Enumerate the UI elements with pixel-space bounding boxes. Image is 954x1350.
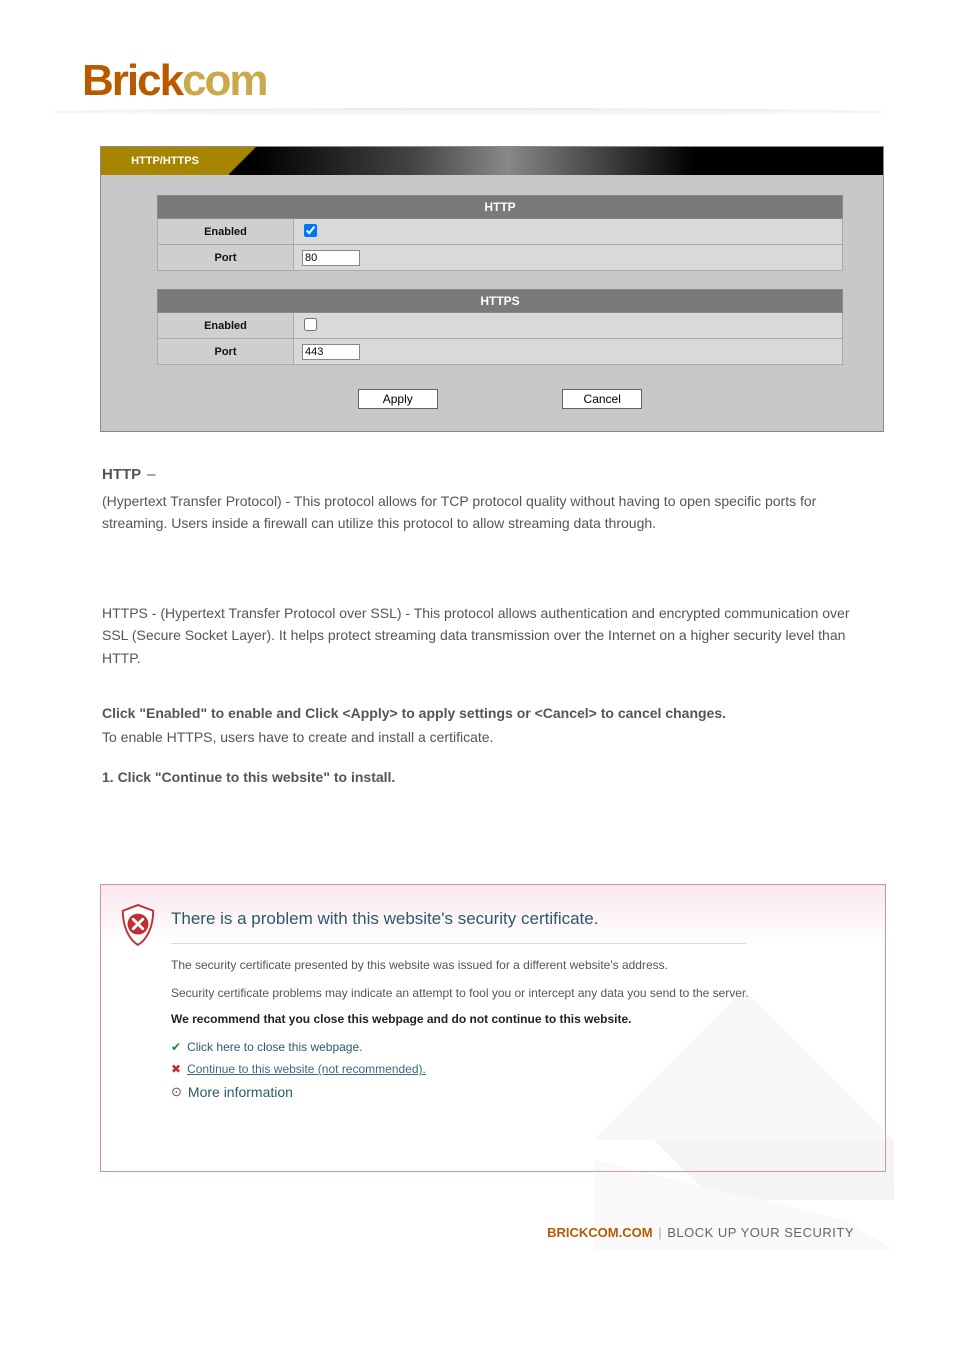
warning-text-2: Security certificate problems may indica… bbox=[171, 984, 801, 1002]
x-shield-icon: ✖ bbox=[171, 1062, 181, 1076]
certificate-warning-screenshot: There is a problem with this website's s… bbox=[100, 884, 886, 1172]
tab-gradient bbox=[256, 147, 883, 175]
button-row: Apply Cancel bbox=[157, 383, 843, 409]
close-link-text: Click here to close this webpage. bbox=[187, 1040, 362, 1054]
http-https-panel: HTTP/HTTPS HTTP Enabled Port HTTPS Enabl… bbox=[100, 146, 884, 432]
http-title-text: HTTP bbox=[102, 466, 141, 483]
footer: BRICKCOM.COM | BLOCK UP YOUR SECURITY bbox=[547, 1225, 854, 1240]
shield-x-icon bbox=[119, 903, 157, 947]
paragraph-http-desc: (Hypertext Transfer Protocol) - This pro… bbox=[102, 490, 874, 535]
brand-logo: Brickcom bbox=[82, 56, 267, 106]
cancel-button[interactable]: Cancel bbox=[562, 389, 642, 409]
http-enabled-label: Enabled bbox=[158, 219, 294, 245]
warning-recommend: We recommend that you close this webpage… bbox=[171, 1012, 855, 1026]
check-shield-icon: ✔ bbox=[171, 1040, 181, 1054]
more-information-toggle[interactable]: ⊙ More information bbox=[171, 1084, 855, 1100]
paragraph-https-desc: HTTPS - (Hypertext Transfer Protocol ove… bbox=[102, 602, 874, 669]
footer-separator: | bbox=[658, 1225, 661, 1240]
close-webpage-link[interactable]: ✔ Click here to close this webpage. bbox=[171, 1040, 855, 1054]
tab-divider bbox=[228, 147, 256, 175]
https-port-input[interactable] bbox=[302, 344, 360, 360]
paragraph-step1: 1. Click "Continue to this website" to i… bbox=[102, 766, 874, 788]
https-enabled-checkbox[interactable] bbox=[304, 318, 317, 331]
http-port-label: Port bbox=[158, 245, 294, 271]
https-table: HTTPS Enabled Port bbox=[157, 289, 843, 365]
logo-underline bbox=[52, 108, 884, 116]
chevron-down-icon: ⊙ bbox=[171, 1084, 182, 1100]
http-section-title: HTTP– bbox=[102, 466, 162, 483]
logo-part1: Brick bbox=[82, 56, 182, 105]
paragraph-cert-instruction: To enable HTTPS, users have to create an… bbox=[102, 726, 874, 748]
paragraph-enable-instruction: Click "Enabled" to enable and Click <App… bbox=[102, 702, 874, 724]
continue-link-text[interactable]: Continue to this website (not recommende… bbox=[187, 1062, 426, 1076]
apply-button[interactable]: Apply bbox=[358, 389, 438, 409]
logo-part2: com bbox=[182, 56, 266, 105]
http-header: HTTP bbox=[158, 196, 843, 219]
more-info-text: More information bbox=[188, 1084, 293, 1100]
footer-brand: BRICKCOM.COM bbox=[547, 1225, 652, 1240]
https-header: HTTPS bbox=[158, 290, 843, 313]
continue-website-link[interactable]: ✖ Continue to this website (not recommen… bbox=[171, 1062, 855, 1076]
warning-title: There is a problem with this website's s… bbox=[171, 909, 855, 929]
http-port-input[interactable] bbox=[302, 250, 360, 266]
tab-bar: HTTP/HTTPS bbox=[101, 147, 883, 175]
https-enabled-label: Enabled bbox=[158, 313, 294, 339]
https-port-label: Port bbox=[158, 339, 294, 365]
dash: – bbox=[147, 466, 155, 483]
http-enabled-checkbox[interactable] bbox=[304, 224, 317, 237]
warning-divider bbox=[171, 943, 746, 944]
footer-slogan: BLOCK UP YOUR SECURITY bbox=[667, 1225, 854, 1240]
warning-text-1: The security certificate presented by th… bbox=[171, 956, 801, 974]
tab-http-https[interactable]: HTTP/HTTPS bbox=[101, 147, 229, 175]
http-table: HTTP Enabled Port bbox=[157, 195, 843, 271]
